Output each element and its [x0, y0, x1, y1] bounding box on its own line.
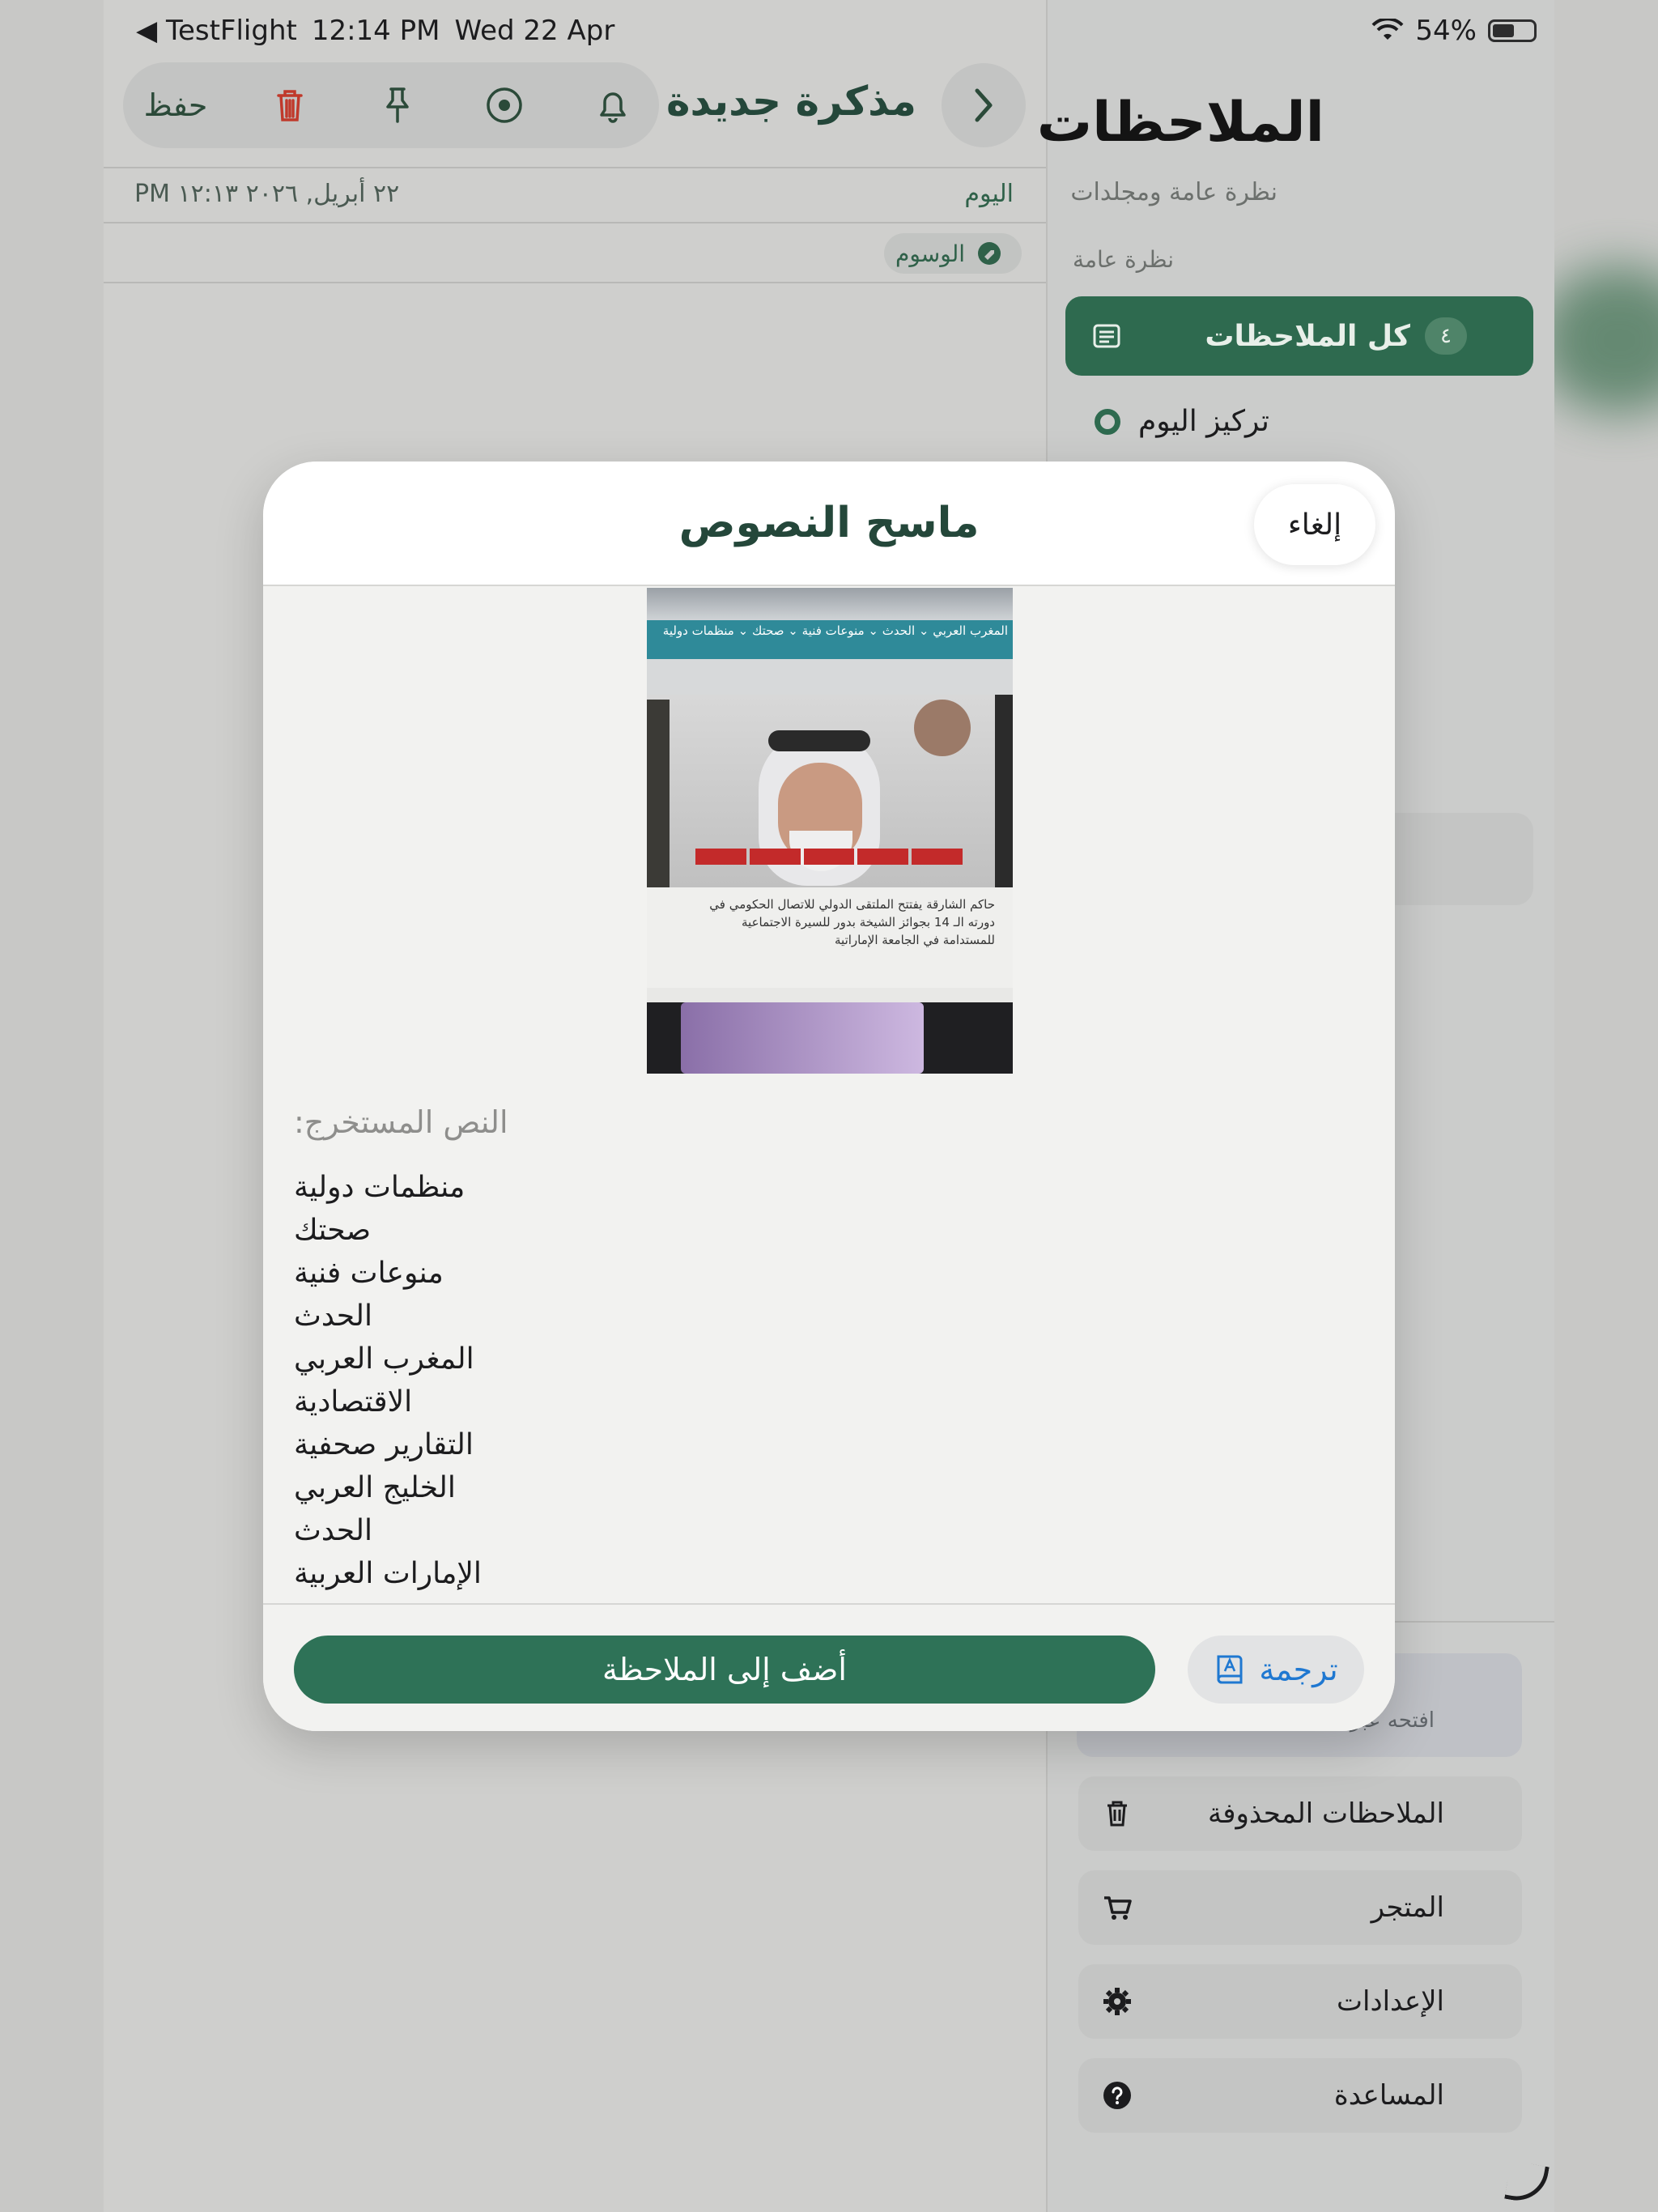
cancel-button[interactable]: إلغاء [1254, 484, 1375, 565]
scanned-article-text: حاكم الشارقة يفتتح الملتقى الدولي للاتصا… [709, 897, 995, 947]
extracted-line: الخليج العربي [294, 1471, 456, 1504]
extracted-line: الحدث [294, 1300, 372, 1333]
status-date: Wed 22 Apr [454, 15, 615, 47]
sidebar-subtitle: نظرة عامة ومجلدات [1070, 178, 1278, 206]
extracted-line: صحتك [294, 1214, 372, 1247]
button-label: الملاحظات المحذوفة [1208, 1797, 1444, 1830]
translate-label: ترجمة [1259, 1652, 1338, 1687]
button-label: المتجر [1371, 1891, 1444, 1924]
trash-icon [1099, 1796, 1135, 1831]
battery-percent: 54% [1415, 15, 1477, 47]
text-scanner-modal: ماسح النصوص إلغاء المغرب العربي ⌄ الحدث … [263, 462, 1395, 1731]
extracted-line: منوعات فنية [294, 1257, 444, 1290]
button-label: المساعدة [1333, 2079, 1444, 2112]
list-icon [1093, 324, 1120, 348]
battery-icon [1488, 19, 1537, 42]
chevron-right-icon [975, 88, 993, 122]
extracted-line: التقارير صحفية [294, 1428, 474, 1461]
tags-label: الوسوم [895, 240, 966, 267]
bell-icon [600, 92, 626, 123]
translate-button[interactable]: ترجمة [1188, 1636, 1364, 1704]
gear-icon [1099, 1984, 1135, 2019]
sidebar-item-label: تركيز اليوم [1138, 405, 1269, 438]
status-bar-left: ◀ TestFlight 12:14 PM Wed 22 Apr [136, 15, 614, 47]
pin-icon [386, 87, 409, 123]
modal-title: ماسح النصوص [678, 499, 980, 547]
modal-header: ماسح النصوص إلغاء [263, 462, 1395, 586]
sidebar-item-today-focus[interactable]: تركيز اليوم [1095, 405, 1269, 438]
wifi-icon [1371, 19, 1404, 40]
cart-icon [1099, 1890, 1135, 1925]
help-icon [1099, 2078, 1135, 2113]
forward-button[interactable] [942, 63, 1026, 147]
divider [104, 222, 1046, 223]
sidebar-item-label: كل الملاحظات [1205, 319, 1410, 353]
tags-chip[interactable]: الوسوم [884, 233, 1022, 274]
button-label: الإعدادات [1336, 1985, 1444, 2018]
tag-icon [978, 242, 1001, 265]
extracted-line: المغرب العربي [294, 1342, 474, 1376]
count-badge: ٤ [1425, 317, 1467, 355]
extracted-text-label: النص المستخرج: [294, 1104, 508, 1140]
save-button[interactable]: حفظ [139, 76, 212, 134]
reminder-button[interactable] [584, 76, 642, 134]
sidebar-item-all-notes[interactable]: كل الملاحظات ٤ [1065, 296, 1533, 376]
extracted-line: منظمات دولية [294, 1171, 466, 1204]
pin-button[interactable] [368, 76, 427, 134]
divider [104, 167, 1046, 168]
focus-button[interactable] [475, 76, 534, 134]
note-timestamp: ٢٢ أبريل, ٢٠٢٦ ١٢:١٣ PM [134, 180, 400, 208]
modal-footer: أضف إلى الملاحظة ترجمة [263, 1603, 1395, 1731]
extracted-line: الإمارات العربية [294, 1557, 482, 1590]
scanned-nav-text: المغرب العربي ⌄ الحدث ⌄ منوعات فنية ⌄ صح… [662, 623, 1008, 638]
delete-button[interactable] [261, 76, 319, 134]
note-title[interactable]: مذكرة جديدة [666, 78, 916, 125]
scanned-image: المغرب العربي ⌄ الحدث ⌄ منوعات فنية ⌄ صح… [647, 588, 1013, 1074]
deleted-notes-button[interactable]: الملاحظات المحذوفة [1078, 1776, 1522, 1851]
extracted-line: الحدث [294, 1514, 372, 1547]
left-edge [0, 0, 104, 2212]
status-time: 12:14 PM [311, 15, 440, 47]
settings-button[interactable]: الإعدادات [1078, 1964, 1522, 2039]
extracted-line: الاقتصادية [294, 1385, 413, 1419]
section-label-overview: نظرة عامة [1072, 246, 1174, 273]
back-to-testflight[interactable]: ◀ TestFlight [136, 15, 297, 47]
add-to-note-button[interactable]: أضف إلى الملاحظة [294, 1636, 1155, 1704]
help-button[interactable]: المساعدة [1078, 2058, 1522, 2133]
target-icon [487, 87, 522, 123]
divider [104, 282, 1046, 283]
trash-icon [277, 90, 303, 121]
translate-book-icon [1217, 1655, 1243, 1684]
status-bar-right: 54% [1371, 15, 1537, 47]
sidebar-title: الملاحظات [1036, 91, 1324, 155]
store-button[interactable]: المتجر [1078, 1870, 1522, 1945]
note-day-label: اليوم [964, 180, 1014, 208]
target-icon [1095, 408, 1120, 435]
extracted-text[interactable]: منظمات دولية صحتك منوعات فنية الحدث المغ… [294, 1166, 942, 1595]
